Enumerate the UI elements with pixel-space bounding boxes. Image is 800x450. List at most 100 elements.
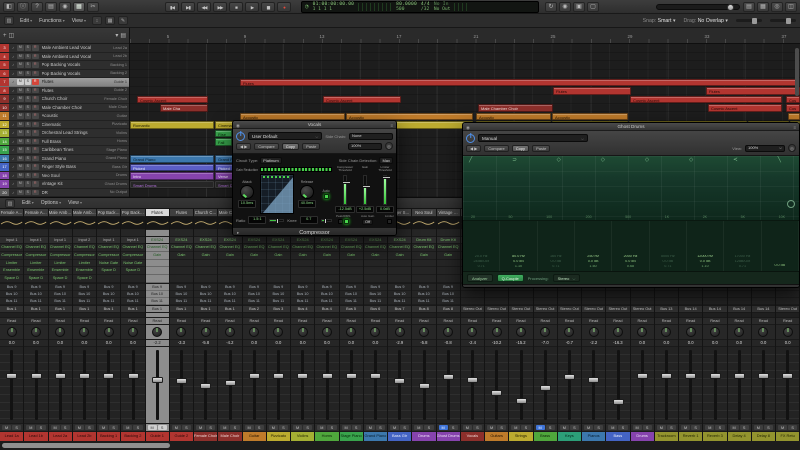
mute-button[interactable]: M bbox=[17, 189, 24, 195]
strip-plugin-slot[interactable] bbox=[388, 260, 412, 268]
compressor-slider-2[interactable]: Limiter Threshold 0.0dB bbox=[375, 165, 395, 213]
peak-led[interactable] bbox=[337, 219, 343, 224]
mute-button[interactable]: M bbox=[17, 104, 24, 110]
strip-plugin-slot[interactable]: Space D bbox=[97, 267, 121, 276]
eq-band-7-params[interactable]: 12000 Hz 0.0 dB 1.10 bbox=[687, 221, 725, 271]
strip-volume-value[interactable]: -15.2 bbox=[509, 340, 533, 347]
strip-plugin-slot[interactable] bbox=[388, 267, 412, 276]
strip-setting-button[interactable]: Neo Soul bbox=[412, 209, 436, 217]
strip-send-slot[interactable]: Bus 11 bbox=[388, 298, 412, 305]
strip-send-slot[interactable]: Bus 9 bbox=[363, 284, 387, 291]
strip-output-slot[interactable]: Stereo Out bbox=[460, 306, 484, 313]
solo-button[interactable]: S bbox=[24, 53, 31, 59]
slider-track[interactable] bbox=[341, 175, 351, 205]
strip-plugin-slot[interactable]: Gain bbox=[266, 252, 290, 260]
prev-next-preset-buttons[interactable]: ◀ ▶ bbox=[466, 144, 482, 152]
mute-button[interactable]: M bbox=[196, 425, 206, 430]
menu-view[interactable]: View ▾ bbox=[72, 18, 86, 24]
solo-button[interactable]: S bbox=[569, 425, 579, 430]
strip-plugin-slot[interactable]: Gain bbox=[194, 252, 218, 260]
mute-button[interactable]: M bbox=[656, 425, 666, 430]
smart-controls-icon[interactable]: ◉ bbox=[59, 1, 71, 12]
strip-input-slot[interactable]: Input 2 bbox=[72, 237, 96, 244]
fader-cap[interactable] bbox=[200, 382, 212, 389]
strip-input-slot[interactable]: EXS24 bbox=[363, 237, 387, 244]
disclosure-triangle-icon[interactable]: ▸ bbox=[237, 228, 239, 235]
solo-button[interactable]: S bbox=[24, 189, 31, 195]
track-header-19[interactable]: 19 ♪ M S R Vintage Kit Ghost Drums bbox=[0, 180, 129, 189]
strip-plugin-slot[interactable] bbox=[218, 275, 242, 283]
solo-button[interactable]: S bbox=[497, 425, 507, 430]
paste-button[interactable]: Paste bbox=[532, 144, 551, 152]
strip-midi-fx-slot[interactable] bbox=[412, 230, 436, 237]
mute-button[interactable]: M bbox=[17, 53, 24, 59]
strip-send-slot[interactable] bbox=[679, 291, 703, 298]
compressor-titlebar[interactable]: ◉ Vocals ≡ bbox=[233, 121, 396, 129]
strip-plugin-slot[interactable]: Gain bbox=[388, 252, 412, 260]
vertical-scrollbar[interactable] bbox=[795, 48, 799, 96]
solo-button[interactable]: S bbox=[24, 62, 31, 68]
record-enable-button[interactable]: R bbox=[32, 79, 39, 85]
strip-send-slot[interactable]: Bus 11 bbox=[339, 298, 363, 305]
strip-send-slot[interactable]: Bus 9 bbox=[242, 284, 266, 291]
track-header-13[interactable]: 13 ♪ M S R Orchestral Lead Strings Violins bbox=[0, 129, 129, 138]
strip-automation-mode[interactable]: Read bbox=[315, 318, 339, 325]
solo-button[interactable]: S bbox=[109, 425, 119, 430]
fader-cap[interactable] bbox=[733, 372, 745, 379]
strip-plugin-slot[interactable] bbox=[339, 260, 363, 268]
band-q[interactable]: 0.71 bbox=[724, 265, 760, 269]
record-enable-button[interactable]: R bbox=[32, 121, 39, 127]
strip-plugin-slot[interactable] bbox=[194, 267, 218, 276]
strip-fader[interactable] bbox=[703, 347, 727, 424]
strip-plugin-slot[interactable] bbox=[242, 275, 266, 283]
pencil-tool-icon[interactable]: ✎ bbox=[117, 16, 128, 25]
region-romantic[interactable]: Romantic bbox=[130, 121, 214, 129]
band-frequency[interactable]: 80.0 Hz bbox=[500, 255, 536, 259]
strip-automation-mode[interactable]: Read bbox=[460, 318, 484, 325]
strip-send-slot[interactable]: Bus 11 bbox=[266, 298, 290, 305]
mute-button[interactable]: M bbox=[17, 164, 24, 170]
solo-button[interactable]: S bbox=[24, 96, 31, 102]
strip-eq-thumbnail[interactable] bbox=[72, 217, 96, 230]
solo-button[interactable]: S bbox=[375, 425, 385, 430]
mixer-panel-icon[interactable]: ▥ bbox=[5, 198, 15, 208]
strip-send-slot[interactable]: Bus 11 bbox=[291, 298, 315, 305]
mute-button[interactable]: M bbox=[123, 425, 133, 430]
strip-pan-knob[interactable] bbox=[24, 325, 48, 340]
mixer-icon[interactable]: ▦ bbox=[73, 1, 85, 12]
strip-fader[interactable] bbox=[363, 347, 387, 424]
strip-send-slot[interactable]: Bus 9 bbox=[48, 284, 72, 291]
record-enable-button[interactable]: R bbox=[32, 172, 39, 178]
region-cosmic-ascent[interactable]: Cosmic Ascent bbox=[323, 95, 401, 103]
knee-thumb[interactable] bbox=[323, 218, 327, 224]
strip-automation-mode[interactable]: Read bbox=[48, 318, 72, 325]
v-zoom-thumb[interactable] bbox=[785, 17, 791, 24]
strip-send-slot[interactable] bbox=[460, 298, 484, 305]
strip-fader[interactable] bbox=[291, 347, 315, 424]
horizontal-zoom-slider[interactable] bbox=[736, 17, 762, 24]
eq-band-9-params[interactable]: 0.0 dB bbox=[762, 221, 799, 271]
mute-button[interactable]: M bbox=[17, 45, 24, 51]
strip-send-slot[interactable] bbox=[606, 291, 630, 298]
strip-fader[interactable] bbox=[24, 347, 48, 424]
auto-gain-selector[interactable]: Off bbox=[362, 218, 374, 225]
solo-button[interactable]: S bbox=[24, 155, 31, 161]
record-enable-button[interactable]: R bbox=[32, 45, 39, 51]
strip-output-slot[interactable]: Bus 14 bbox=[751, 306, 775, 313]
strip-volume-value[interactable]: -16.3 bbox=[606, 340, 630, 347]
strip-fader[interactable] bbox=[72, 347, 96, 424]
strip-pan-knob[interactable] bbox=[72, 325, 96, 340]
strip-send-slot[interactable]: Bus 10 bbox=[169, 291, 193, 298]
mute-button[interactable]: M bbox=[17, 96, 24, 102]
mute-button[interactable]: M bbox=[17, 62, 24, 68]
eq-graph-display[interactable]: ╱ ⊃ ◇ ◇ ◇ ◇ ≺ ╲ 20 50 100 200 500 1K 2K 5K 10K bbox=[463, 156, 799, 221]
strip-send-slot[interactable]: Bus 9 bbox=[315, 284, 339, 291]
mixer-strip-lead-1b[interactable]: Female A… Input 1 Channel EQ Compressor Limi… bbox=[24, 209, 49, 441]
strip-plugin-slot[interactable] bbox=[291, 275, 315, 283]
record-enable-button[interactable]: R bbox=[32, 138, 39, 144]
solo-button[interactable]: S bbox=[666, 425, 676, 430]
solo-button[interactable]: S bbox=[12, 425, 22, 430]
strip-send-slot[interactable] bbox=[582, 298, 606, 305]
band-frequency[interactable]: 20.0 Hz bbox=[463, 255, 499, 259]
strip-plugin-slot[interactable]: Gain bbox=[218, 252, 242, 260]
